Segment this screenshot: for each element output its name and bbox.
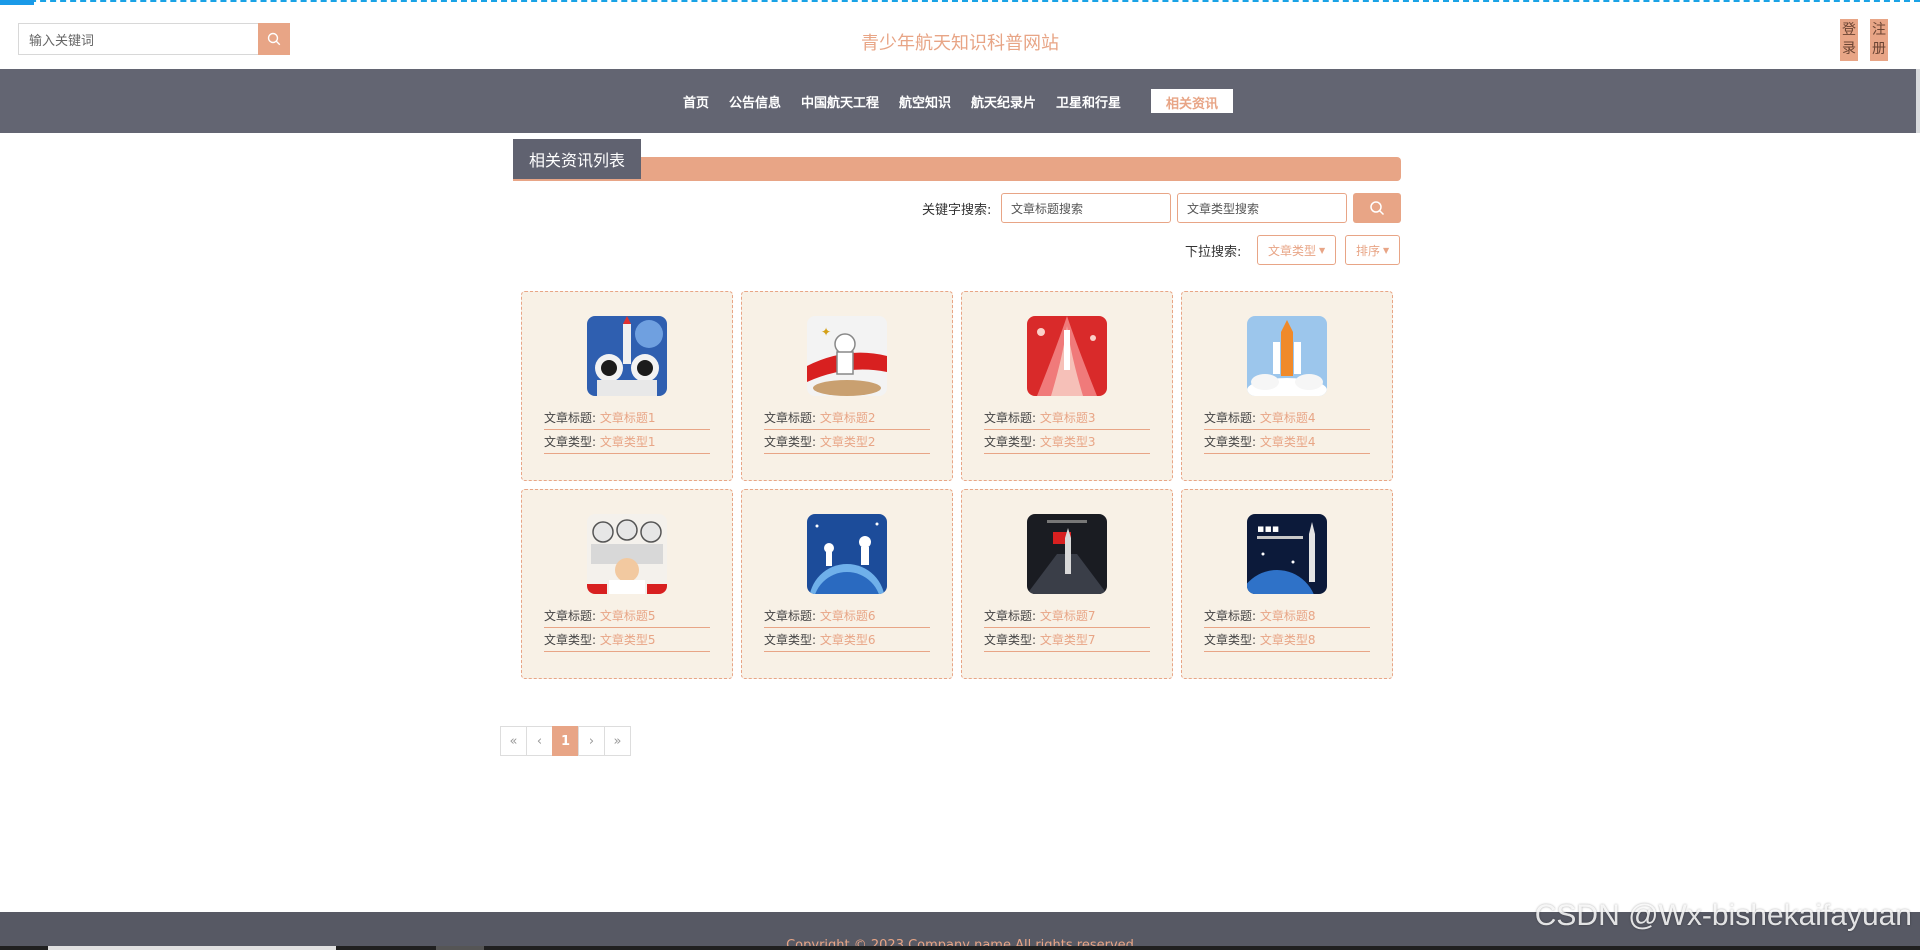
nav-item-satellites[interactable]: 卫星和行星 bbox=[1056, 92, 1121, 111]
login-button[interactable]: 登录 bbox=[1840, 19, 1858, 61]
type-search-input[interactable]: 文章类型搜索 bbox=[1177, 193, 1347, 223]
card-type-row: 文章类型: 文章类型5 bbox=[544, 630, 710, 652]
card-title-link[interactable]: 文章标题8 bbox=[1260, 609, 1316, 623]
article-thumbnail[interactable] bbox=[807, 514, 887, 594]
first-page-button[interactable]: « bbox=[500, 726, 527, 756]
article-card[interactable]: 文章标题: 文章标题3 文章类型: 文章类型3 bbox=[961, 291, 1173, 481]
card-title-row: 文章标题: 文章标题7 bbox=[984, 606, 1150, 628]
article-card[interactable]: 文章标题: 文章标题7 文章类型: 文章类型7 bbox=[961, 489, 1173, 679]
card-title-row: 文章标题: 文章标题2 bbox=[764, 408, 930, 430]
watermark: CSDN @Wx-bishekaifayuan bbox=[1534, 899, 1912, 932]
article-thumbnail[interactable]: ▪▪▪ bbox=[1247, 514, 1327, 594]
article-thumbnail[interactable] bbox=[587, 316, 667, 396]
card-type-row: 文章类型: 文章类型8 bbox=[1204, 630, 1370, 652]
card-title-link[interactable]: 文章标题3 bbox=[1040, 411, 1096, 425]
keyword-search-label: 关键字搜索: bbox=[922, 203, 992, 218]
article-thumbnail[interactable] bbox=[1247, 316, 1327, 396]
article-thumbnail[interactable]: ✦ bbox=[807, 316, 887, 396]
filter-search-button[interactable] bbox=[1353, 193, 1401, 223]
card-title-row: 文章标题: 文章标题1 bbox=[544, 408, 710, 430]
card-title-row: 文章标题: 文章标题8 bbox=[1204, 606, 1370, 628]
card-title-row: 文章标题: 文章标题6 bbox=[764, 606, 930, 628]
sort-dropdown-label: 排序 bbox=[1356, 243, 1381, 258]
card-title-link[interactable]: 文章标题2 bbox=[820, 411, 876, 425]
type-dropdown-label: 文章类型 bbox=[1268, 243, 1317, 258]
nav-item-documentaries[interactable]: 航天纪录片 bbox=[971, 92, 1036, 111]
card-type-link[interactable]: 文章类型5 bbox=[600, 633, 656, 647]
card-type-row: 文章类型: 文章类型3 bbox=[984, 432, 1150, 454]
register-button[interactable]: 注册 bbox=[1870, 19, 1888, 61]
nav-item-china-aerospace[interactable]: 中国航天工程 bbox=[801, 92, 879, 111]
pagination: « ‹ 1 › » bbox=[500, 726, 631, 756]
taskbar bbox=[0, 946, 1920, 950]
caret-down-icon: ▼ bbox=[1383, 245, 1390, 255]
card-title-link[interactable]: 文章标题1 bbox=[600, 411, 656, 425]
article-card[interactable]: 文章标题: 文章标题5 文章类型: 文章类型5 bbox=[521, 489, 733, 679]
card-type-row: 文章类型: 文章类型2 bbox=[764, 432, 930, 454]
type-dropdown[interactable]: 文章类型 ▼ bbox=[1257, 235, 1337, 265]
card-title-link[interactable]: 文章标题6 bbox=[820, 609, 876, 623]
card-type-link[interactable]: 文章类型4 bbox=[1260, 435, 1316, 449]
card-title-link[interactable]: 文章标题5 bbox=[600, 609, 656, 623]
current-page-button[interactable]: 1 bbox=[552, 726, 579, 756]
card-type-link[interactable]: 文章类型3 bbox=[1040, 435, 1096, 449]
card-type-link[interactable]: 文章类型6 bbox=[820, 633, 876, 647]
article-card[interactable]: 文章标题: 文章标题1 文章类型: 文章类型1 bbox=[521, 291, 733, 481]
section-header: 相关资讯列表 bbox=[513, 139, 1401, 181]
nav-item-news[interactable]: 相关资讯 bbox=[1151, 89, 1234, 113]
card-type-link[interactable]: 文章类型7 bbox=[1040, 633, 1096, 647]
nav-item-announcements[interactable]: 公告信息 bbox=[729, 92, 781, 111]
card-type-link[interactable]: 文章类型8 bbox=[1260, 633, 1316, 647]
next-page-button[interactable]: › bbox=[578, 726, 605, 756]
article-thumbnail[interactable] bbox=[1027, 316, 1107, 396]
card-title-link[interactable]: 文章标题7 bbox=[1040, 609, 1096, 623]
nav-item-home[interactable]: 首页 bbox=[683, 92, 709, 111]
card-type-row: 文章类型: 文章类型4 bbox=[1204, 432, 1370, 454]
card-title-row: 文章标题: 文章标题4 bbox=[1204, 408, 1370, 430]
article-card[interactable]: ✦ 文章标题: 文章标题2 文章类型: 文章类型2 bbox=[741, 291, 953, 481]
article-card[interactable]: 文章标题: 文章标题4 文章类型: 文章类型4 bbox=[1181, 291, 1393, 481]
article-card[interactable]: 文章标题: 文章标题6 文章类型: 文章类型6 bbox=[741, 489, 953, 679]
sort-dropdown[interactable]: 排序 ▼ bbox=[1345, 235, 1401, 265]
site-title: 青少年航天知识科普网站 bbox=[861, 33, 1059, 54]
nav-item-aviation[interactable]: 航空知识 bbox=[899, 92, 951, 111]
dropdown-search-label: 下拉搜索: bbox=[1185, 245, 1242, 260]
article-thumbnail[interactable] bbox=[1027, 514, 1107, 594]
header: 输入关键词 青少年航天知识科普网站 登录 注册 bbox=[0, 5, 1920, 69]
card-type-row: 文章类型: 文章类型6 bbox=[764, 630, 930, 652]
last-page-button[interactable]: » bbox=[604, 726, 631, 756]
card-type-row: 文章类型: 文章类型1 bbox=[544, 432, 710, 454]
main-nav: 首页 公告信息 中国航天工程 航空知识 航天纪录片 卫星和行星 相关资讯 bbox=[0, 69, 1916, 133]
svg-text:▪▪▪: ▪▪▪ bbox=[1257, 522, 1279, 535]
card-type-link[interactable]: 文章类型2 bbox=[820, 435, 876, 449]
card-type-row: 文章类型: 文章类型7 bbox=[984, 630, 1150, 652]
section-title: 相关资讯列表 bbox=[513, 139, 641, 179]
article-card[interactable]: ▪▪▪ 文章标题: 文章标题8 文章类型: 文章类型8 bbox=[1181, 489, 1393, 679]
section-bar bbox=[513, 157, 1401, 181]
caret-down-icon: ▼ bbox=[1319, 245, 1326, 255]
scrollbar[interactable] bbox=[1916, 69, 1920, 133]
svg-text:✦: ✦ bbox=[821, 325, 831, 339]
card-title-link[interactable]: 文章标题4 bbox=[1260, 411, 1316, 425]
card-title-row: 文章标题: 文章标题5 bbox=[544, 606, 710, 628]
article-thumbnail[interactable] bbox=[587, 514, 667, 594]
card-title-row: 文章标题: 文章标题3 bbox=[984, 408, 1150, 430]
prev-page-button[interactable]: ‹ bbox=[526, 726, 553, 756]
card-type-link[interactable]: 文章类型1 bbox=[600, 435, 656, 449]
search-icon bbox=[1370, 201, 1385, 216]
title-search-input[interactable]: 文章标题搜索 bbox=[1001, 193, 1171, 223]
